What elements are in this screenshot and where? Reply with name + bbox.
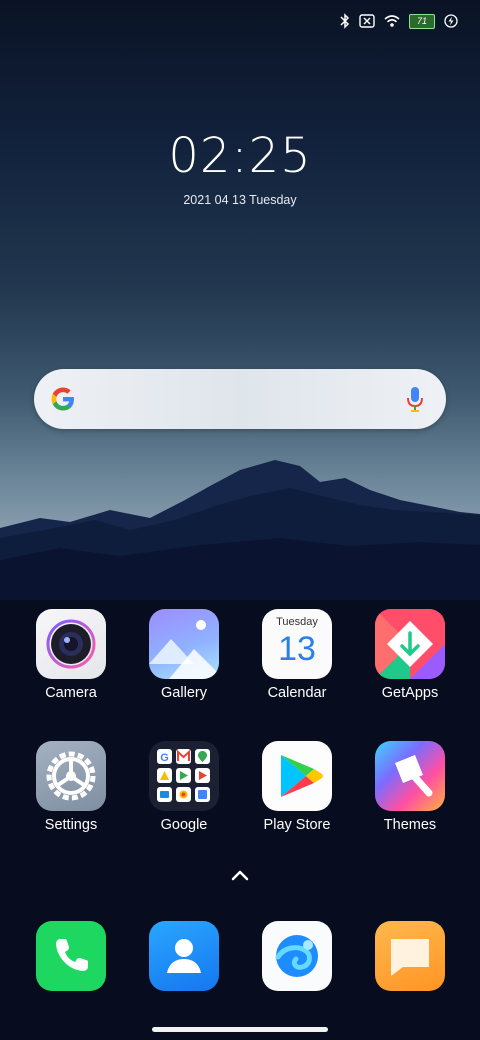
mic-icon[interactable]: [406, 385, 424, 413]
app-label: Camera: [45, 685, 97, 701]
getapps-icon[interactable]: [375, 609, 445, 679]
wifi-icon: [384, 15, 400, 27]
settings-icon[interactable]: [36, 741, 106, 811]
bluetooth-icon: [340, 13, 350, 29]
app-label: Themes: [383, 817, 437, 833]
app-gallery[interactable]: Gallery: [134, 609, 234, 701]
calendar-icon[interactable]: Tuesday 13: [262, 609, 332, 679]
app-google-folder[interactable]: G Google: [134, 741, 234, 833]
app-calendar[interactable]: Tuesday 13 Calendar: [247, 609, 347, 701]
app-settings[interactable]: Settings: [21, 741, 121, 833]
google-search-bar[interactable]: [34, 369, 446, 429]
app-themes[interactable]: Themes: [360, 741, 460, 833]
status-bar: 71: [340, 10, 458, 32]
messages-icon[interactable]: [375, 921, 445, 991]
battery-icon: 71: [409, 13, 435, 29]
app-label: Play Store: [263, 817, 331, 833]
play-store-icon[interactable]: [262, 741, 332, 811]
browser-icon[interactable]: [262, 921, 332, 991]
app-label: Settings: [44, 817, 98, 833]
phone-icon[interactable]: [36, 921, 106, 991]
calendar-day-number: 13: [278, 630, 316, 668]
clock-time[interactable]: 02:25: [0, 128, 480, 184]
google-folder-icon[interactable]: G: [149, 741, 219, 811]
app-label: Calendar: [267, 685, 327, 701]
clock-date[interactable]: 2021 04 13 Tuesday: [0, 193, 480, 207]
calendar-day-name: Tuesday: [276, 616, 318, 628]
app-play-store[interactable]: Play Store: [247, 741, 347, 833]
contacts-icon[interactable]: [149, 921, 219, 991]
themes-icon[interactable]: [375, 741, 445, 811]
camera-icon[interactable]: [36, 609, 106, 679]
app-getapps[interactable]: GetApps: [360, 609, 460, 701]
charging-icon: [444, 14, 458, 28]
home-indicator[interactable]: [152, 1027, 328, 1032]
app-label: Google: [160, 817, 208, 833]
chevron-up-icon[interactable]: [230, 868, 250, 882]
gallery-icon[interactable]: [149, 609, 219, 679]
svg-text:G: G: [160, 752, 169, 764]
sim-off-icon: [359, 14, 375, 28]
battery-level: 71: [416, 16, 427, 26]
app-label: GetApps: [381, 685, 439, 701]
app-label: Gallery: [161, 685, 207, 701]
app-camera[interactable]: Camera: [21, 609, 121, 701]
google-g-icon[interactable]: [49, 385, 77, 413]
